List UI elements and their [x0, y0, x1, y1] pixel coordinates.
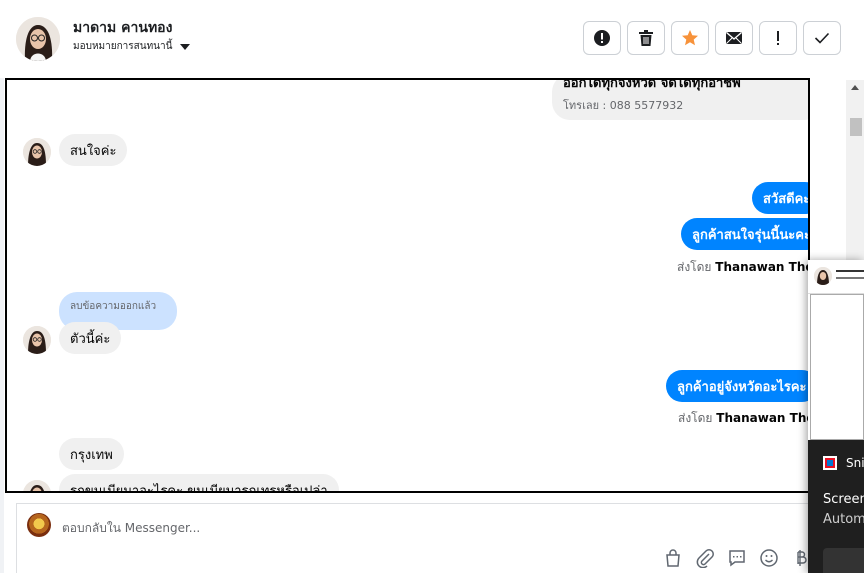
promo-message: ออกได้ทุกจังหวัด จัดได้ทุกอาชีพ โทรเลย :…	[552, 78, 808, 120]
delete-button[interactable]	[627, 21, 665, 55]
contact-name[interactable]: มาดาม คานทอง	[73, 17, 172, 39]
star-icon	[682, 30, 698, 46]
snip-action-button[interactable]	[823, 548, 864, 573]
page-avatar	[27, 513, 51, 537]
popup-title-line	[836, 270, 864, 272]
contact-avatar-small	[23, 480, 51, 491]
contact-avatar-small	[23, 326, 51, 354]
sent-by-label: ส่งโดย Thanawan Thon	[677, 258, 808, 277]
popup-body	[810, 294, 864, 440]
emoji-icon[interactable]	[759, 548, 779, 568]
promo-line-1: ออกได้ทุกจังหวัด จัดได้ทุกอาชีพ	[563, 78, 741, 91]
mark-done-button[interactable]	[803, 21, 841, 55]
message-thread[interactable]: ออกได้ทุกจังหวัด จัดได้ทุกอาชีพ โทรเลย :…	[5, 78, 810, 493]
shopping-bag-icon[interactable]	[663, 548, 683, 568]
snip-tool-icon	[822, 455, 838, 471]
snip-line-2: Autom	[823, 512, 864, 527]
contact-avatar-small	[23, 138, 51, 166]
message-incoming: กรุงเทพ	[59, 438, 124, 470]
alert-circle-icon	[594, 30, 610, 46]
promo-phone: โทรเลย : 088 5577932	[563, 99, 684, 112]
snip-notification[interactable]: Snip Screen Autom	[808, 440, 864, 573]
popup-subtitle-line	[836, 277, 864, 279]
floating-chat-popup[interactable]: Snip Screen Autom	[808, 260, 864, 573]
scroll-up-arrow-icon[interactable]	[851, 85, 859, 90]
left-edge	[0, 78, 4, 573]
mark-unread-button[interactable]	[715, 21, 753, 55]
sent-by-prefix: ส่งโดย	[677, 260, 712, 274]
star-button[interactable]	[671, 21, 709, 55]
composer-tools	[663, 548, 811, 569]
action-toolbar	[583, 21, 841, 55]
snip-line-1: Screen	[823, 492, 864, 507]
trash-icon	[639, 30, 653, 46]
envelope-icon	[726, 31, 742, 44]
message-outgoing: ลูกค้าสนใจรุ่นนี้นะคะ	[681, 218, 808, 250]
spam-button[interactable]	[583, 21, 621, 55]
sent-by-name: Thanawan Thon	[716, 411, 808, 425]
message-outgoing: ลูกค้าอยู่จังหวัดอะไรคะ	[666, 370, 808, 402]
check-icon	[814, 32, 830, 44]
reply-input[interactable]: ตอบกลับใน Messenger...	[62, 519, 200, 538]
assign-label: มอบหมายการสนทนานี้	[73, 41, 173, 52]
popup-header[interactable]	[808, 260, 864, 294]
message-incoming: สนใจค่ะ	[59, 134, 128, 166]
popup-avatar	[814, 267, 832, 285]
message-outgoing: สวัสดีคะ	[752, 182, 808, 214]
exclamation-icon	[777, 31, 779, 45]
scroll-thumb[interactable]	[850, 118, 862, 136]
conversation-header: มาดาม คานทอง มอบหมายการสนทนานี้	[0, 0, 864, 78]
caret-down-icon	[180, 43, 191, 50]
reply-composer[interactable]: ตอบกลับใน Messenger...	[16, 503, 816, 573]
sent-by-label: ส่งโดย Thanawan Thon	[678, 409, 808, 428]
follow-up-button[interactable]	[759, 21, 797, 55]
paperclip-icon[interactable]	[695, 548, 715, 569]
assign-conversation-dropdown[interactable]: มอบหมายการสนทนานี้	[73, 39, 191, 54]
snip-title: Snip	[846, 456, 864, 470]
contact-avatar[interactable]	[16, 17, 60, 61]
saved-replies-icon[interactable]	[727, 548, 747, 568]
message-incoming: รถขนเมียมาอะไรคะ ขนเมียมารถเทรหรือเปล่า	[59, 474, 339, 491]
message-incoming: ตัวนี้ค่ะ	[59, 322, 122, 354]
sent-by-prefix: ส่งโดย	[678, 411, 713, 425]
sent-by-name: Thanawan Thon	[715, 260, 808, 274]
